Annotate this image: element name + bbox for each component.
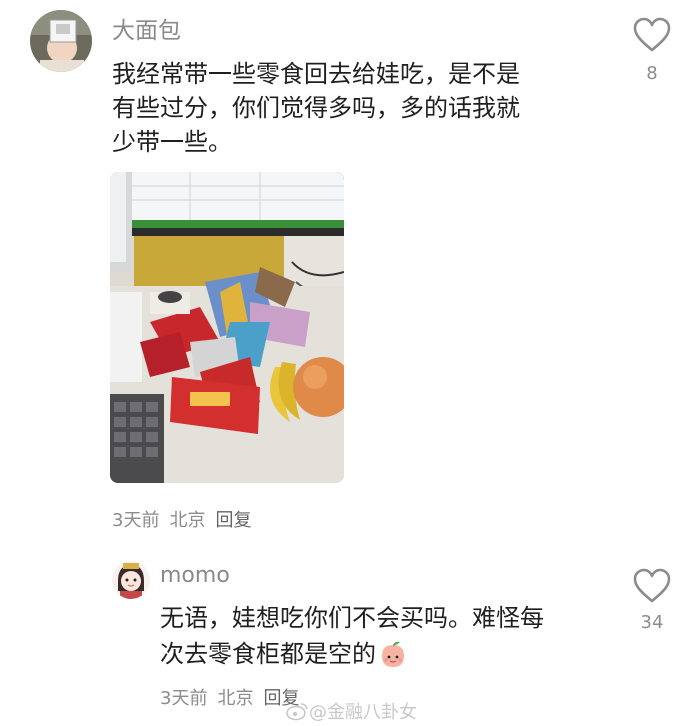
avatar-baby-image	[30, 10, 92, 72]
reply-button[interactable]: 回复	[215, 510, 251, 531]
comment-username[interactable]: momo	[160, 563, 230, 588]
watermark: @金融八卦女	[285, 698, 417, 724]
comment-text: 无语，娃想吃你们不会买吗。难怪每 次去零食柜都是空的	[160, 600, 620, 672]
comment-photo[interactable]	[110, 172, 344, 483]
comment-line: 我经常带一些零食回去给娃吃，是不是	[112, 60, 520, 88]
comment-line: 无语，娃想吃你们不会买吗。难怪每	[160, 604, 544, 632]
avatar-cartoon-image	[112, 561, 150, 599]
like-count: 34	[640, 612, 664, 633]
comment-time: 3天前	[112, 510, 160, 531]
avatar[interactable]	[30, 10, 92, 72]
like-button[interactable]	[633, 568, 671, 604]
comment-location: 北京	[169, 510, 206, 531]
heart-icon	[633, 568, 671, 603]
comment-username[interactable]: 大面包	[112, 11, 181, 45]
comment-location: 北京	[217, 688, 254, 709]
comment-line: 少带一些。	[112, 128, 232, 156]
watermark-text: @金融八卦女	[309, 702, 417, 723]
like-count: 8	[646, 63, 658, 84]
like-button[interactable]	[633, 17, 671, 53]
avatar[interactable]	[112, 561, 150, 599]
comment-time: 3天前	[160, 688, 208, 709]
comment-line: 次去零食柜都是空的	[160, 636, 620, 672]
desk-snacks-image	[110, 172, 344, 483]
comment-text: 我经常带一些零食回去给娃吃，是不是 有些过分，你们觉得多吗，多的话我就 少带一些…	[112, 57, 612, 159]
peach-emoji-icon	[378, 639, 408, 669]
comment-line: 有些过分，你们觉得多吗，多的话我就	[112, 94, 520, 122]
weibo-icon	[285, 701, 309, 721]
heart-icon	[633, 17, 671, 52]
comment-meta: 3天前 北京 回复	[112, 506, 261, 532]
